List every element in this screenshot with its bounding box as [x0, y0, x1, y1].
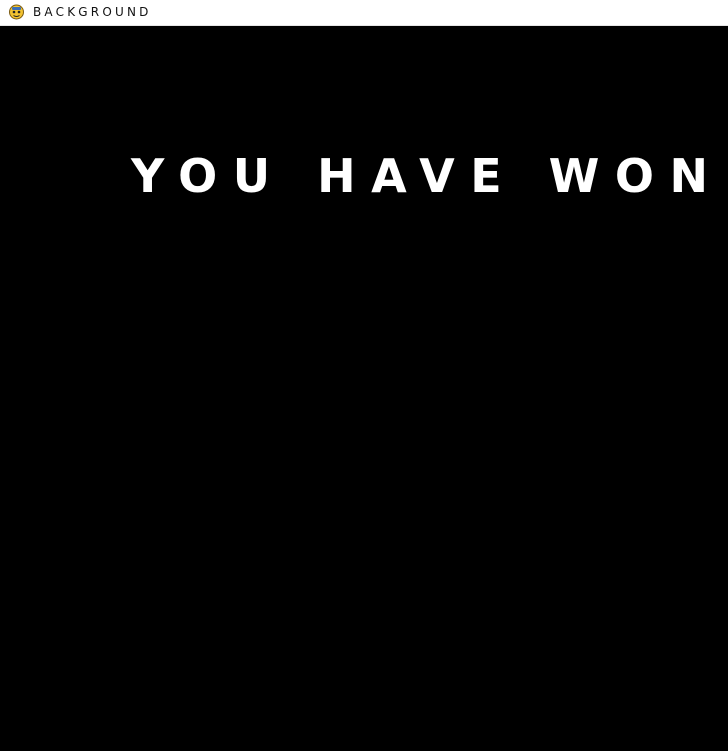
win-message: YOU HAVE WON — [131, 149, 724, 203]
pygame-snake-icon — [9, 4, 24, 20]
game-canvas[interactable]: YOU HAVE WON — [0, 27, 728, 751]
title-bar[interactable]: BACKGROUND — [0, 0, 728, 26]
game-window: BACKGROUND YOU HAVE WON — [0, 0, 728, 751]
window-title: BACKGROUND — [33, 5, 152, 19]
